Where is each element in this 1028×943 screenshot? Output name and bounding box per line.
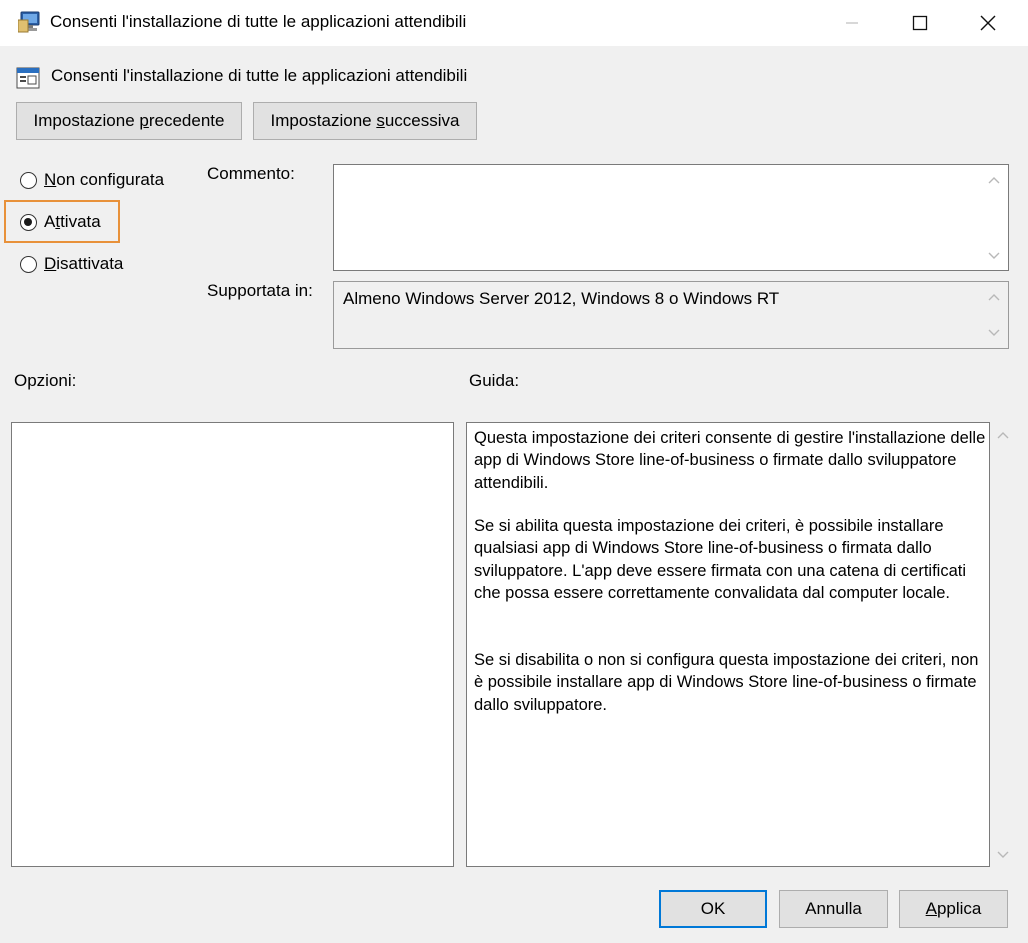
help-scroll-down-icon[interactable] [995, 848, 1011, 862]
minimize-icon [846, 22, 858, 24]
comment-textarea[interactable] [333, 164, 1009, 271]
minimize-button[interactable] [818, 0, 886, 46]
radio-label: Non configurata [44, 170, 165, 189]
radio-circle [20, 171, 37, 189]
radio-not-configured[interactable]: Non configurata [20, 170, 164, 190]
supported-label: Supportata in: [207, 281, 313, 300]
radio-label: Disattivata [44, 254, 124, 273]
setting-title: Consenti l'installazione di tutte le app… [51, 66, 468, 85]
close-icon [980, 15, 996, 31]
cancel-label: Annulla [805, 899, 862, 918]
next-setting-button[interactable]: Impostazione successiva [253, 102, 477, 140]
apply-button[interactable]: Applica [899, 890, 1008, 928]
supported-on-field: Almeno Windows Server 2012, Windows 8 o … [333, 281, 1009, 349]
radio-label: Attivata [44, 212, 101, 231]
radio-circle [20, 255, 37, 273]
policy-editor-icon [17, 10, 44, 34]
apply-label: Applica [925, 899, 982, 918]
supported-on-value: Almeno Windows Server 2012, Windows 8 o … [343, 289, 780, 308]
help-paragraph: Questa impostazione dei criteri consente… [474, 429, 986, 492]
ok-button[interactable]: OK [659, 890, 767, 928]
ok-label: OK [700, 899, 726, 918]
close-button[interactable] [954, 0, 1022, 46]
window-title: Consenti l'installazione di tutte le app… [50, 12, 467, 31]
options-panel [11, 422, 454, 867]
help-panel: Questa impostazione dei criteri consente… [466, 422, 990, 867]
scroll-down-icon[interactable] [986, 326, 1002, 340]
scroll-up-icon[interactable] [986, 173, 1002, 187]
radio-circle-selected [20, 213, 37, 231]
maximize-button[interactable] [886, 0, 954, 46]
next-setting-label: Impostazione successiva [270, 111, 460, 130]
comment-label: Commento: [207, 164, 295, 183]
scroll-down-icon[interactable] [986, 249, 1002, 263]
help-label: Guida: [469, 371, 520, 390]
help-paragraph: Se si disabilita o non si configura ques… [474, 651, 979, 714]
radio-disabled[interactable]: Disattivata [20, 254, 123, 274]
previous-setting-button[interactable]: Impostazione precedente [16, 102, 242, 140]
maximize-icon [912, 15, 928, 31]
previous-setting-label: Impostazione precedente [33, 111, 225, 130]
cancel-button[interactable]: Annulla [779, 890, 888, 928]
help-paragraph: Se si abilita questa impostazione dei cr… [474, 517, 967, 602]
options-label: Opzioni: [14, 371, 77, 390]
help-scroll-up-icon[interactable] [995, 428, 1011, 442]
policy-setting-icon [16, 66, 40, 90]
scroll-up-icon[interactable] [986, 290, 1002, 304]
radio-enabled[interactable]: Attivata [20, 212, 101, 232]
